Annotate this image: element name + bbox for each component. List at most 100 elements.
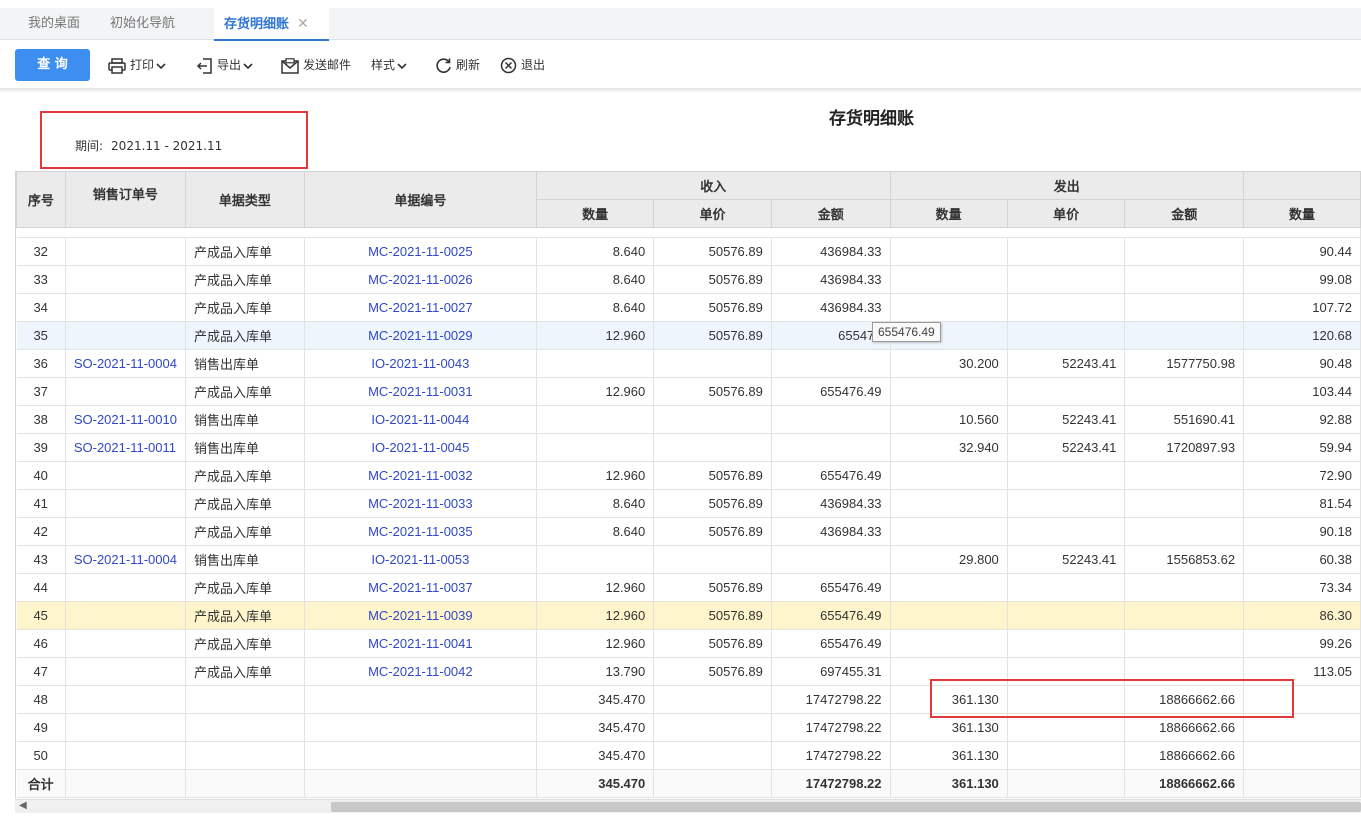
col-header-docno[interactable]: 单据编号 <box>303 171 538 228</box>
row-in-qty: 12.960 <box>536 461 655 490</box>
scroll-left-icon[interactable]: ◀ <box>19 800 27 811</box>
row-doc-type <box>185 741 305 770</box>
table-row[interactable]: 43 SO-2021-11-0004 销售出库单 IO-2021-11-0053 29.… <box>16 545 1361 574</box>
table-row[interactable]: 42 产成品入库单 MC-2021-11-0035 8.640 50576.89 4369… <box>16 517 1361 546</box>
row-doc-type: 产成品入库单 <box>185 237 305 266</box>
table-row[interactable]: 45 产成品入库单 MC-2021-11-0039 12.960 50576.89 655… <box>16 601 1361 630</box>
row-in-qty: 8.640 <box>536 237 655 266</box>
row-out-price <box>1007 461 1126 490</box>
row-doc-no[interactable]: MC-2021-11-0032 <box>304 461 538 490</box>
row-doc-no[interactable]: IO-2021-11-0053 <box>304 545 538 574</box>
scrollbar-thumb[interactable] <box>331 802 1361 812</box>
col-header-out-price[interactable]: 单价 <box>1006 199 1126 228</box>
row-seq: 41 <box>16 489 66 518</box>
row-in-price <box>653 685 772 714</box>
row-in-price: 50576.89 <box>653 601 772 630</box>
row-in-amount: 436984.33 <box>771 489 891 518</box>
col-header-in-qty[interactable]: 数量 <box>535 199 655 228</box>
row-order-no[interactable]: SO-2021-11-0010 <box>65 405 186 434</box>
table-row[interactable]: 35 产成品入库单 MC-2021-11-0029 12.960 50576.89 655… <box>16 321 1361 350</box>
table-row[interactable]: 50 345.470 17472798.22 361.130 18866662.66 <box>16 741 1361 770</box>
tab-init-nav[interactable]: 初始化导航 <box>110 8 175 40</box>
totals-out-qty: 361.130 <box>890 769 1008 798</box>
row-balance-qty: 86.30 <box>1243 601 1361 630</box>
table-row[interactable]: 49 345.470 17472798.22 361.130 18866662.66 <box>16 713 1361 742</box>
row-doc-no[interactable]: IO-2021-11-0045 <box>304 433 538 462</box>
row-out-price <box>1007 601 1126 630</box>
col-group-in: 收入 <box>536 171 891 200</box>
table-row[interactable]: 36 SO-2021-11-0004 销售出库单 IO-2021-11-0043 30.… <box>16 349 1361 378</box>
query-button[interactable]: 查 询 <box>15 49 90 81</box>
table-row[interactable]: 47 产成品入库单 MC-2021-11-0042 13.790 50576.89 697… <box>16 657 1361 686</box>
send-email-button[interactable]: 发送邮件 <box>281 49 351 81</box>
table-row[interactable]: 44 产成品入库单 MC-2021-11-0037 12.960 50576.89 655… <box>16 573 1361 602</box>
row-doc-no[interactable]: MC-2021-11-0039 <box>304 601 538 630</box>
row-in-qty: 12.960 <box>536 573 655 602</box>
row-in-qty: 12.960 <box>536 601 655 630</box>
row-in-price: 50576.89 <box>653 321 772 350</box>
row-seq: 49 <box>16 713 66 742</box>
table-row[interactable]: 33 产成品入库单 MC-2021-11-0026 8.640 50576.89 4369… <box>16 265 1361 294</box>
row-doc-no[interactable]: MC-2021-11-0027 <box>304 293 538 322</box>
row-in-price: 50576.89 <box>653 573 772 602</box>
horizontal-scrollbar[interactable]: ◀ <box>15 799 1361 813</box>
table-row[interactable]: 40 产成品入库单 MC-2021-11-0032 12.960 50576.89 655… <box>16 461 1361 490</box>
row-order-no[interactable]: SO-2021-11-0004 <box>65 349 186 378</box>
row-in-price <box>653 741 772 770</box>
style-button[interactable]: 样式 <box>371 49 411 81</box>
row-seq: 35 <box>16 321 66 350</box>
row-doc-type: 销售出库单 <box>185 405 305 434</box>
col-header-in-price[interactable]: 单价 <box>653 199 772 228</box>
col-header-out-qty[interactable]: 数量 <box>889 199 1008 228</box>
row-doc-no[interactable]: MC-2021-11-0025 <box>304 237 538 266</box>
export-button[interactable]: 导出 <box>196 49 257 81</box>
table-row[interactable]: 32 产成品入库单 MC-2021-11-0025 8.640 50576.89 4369… <box>16 237 1361 266</box>
style-label: 样式 <box>371 58 396 72</box>
table-row[interactable]: 46 产成品入库单 MC-2021-11-0041 12.960 50576.89 655… <box>16 629 1361 658</box>
tab-bar: 我的桌面 初始化导航 存货明细账 ✕ <box>0 8 1361 41</box>
col-header-out-amount[interactable]: 金额 <box>1124 199 1245 228</box>
table-row[interactable]: 38 SO-2021-11-0010 销售出库单 IO-2021-11-0044 10.… <box>16 405 1361 434</box>
row-doc-no[interactable]: MC-2021-11-0035 <box>304 517 538 546</box>
col-header-balance-qty[interactable]: 数量 <box>1243 199 1361 228</box>
row-doc-type: 产成品入库单 <box>185 293 305 322</box>
print-button[interactable]: 打印 <box>108 49 170 81</box>
row-seq: 45 <box>16 601 66 630</box>
col-header-seq[interactable]: 序号 <box>16 171 66 228</box>
col-header-type[interactable]: 单据类型 <box>184 171 305 228</box>
row-out-price <box>1007 321 1126 350</box>
row-doc-no[interactable]: IO-2021-11-0044 <box>304 405 538 434</box>
row-seq: 34 <box>16 293 66 322</box>
row-doc-type: 产成品入库单 <box>185 657 305 686</box>
row-order-no[interactable]: SO-2021-11-0011 <box>65 433 186 462</box>
row-seq: 37 <box>16 377 66 406</box>
refresh-button[interactable]: 刷新 <box>435 49 480 81</box>
exit-button[interactable]: 退出 <box>500 49 545 81</box>
row-in-price <box>653 713 772 742</box>
col-header-in-amount[interactable]: 金额 <box>770 199 891 228</box>
row-doc-no[interactable]: MC-2021-11-0026 <box>304 265 538 294</box>
col-header-order[interactable]: 销售订单号 <box>64 171 186 228</box>
table-row[interactable]: 48 345.470 17472798.22 361.130 18866662.66 <box>16 685 1361 714</box>
close-icon[interactable]: ✕ <box>297 16 309 32</box>
table-row[interactable]: 34 产成品入库单 MC-2021-11-0027 8.640 50576.89 4369… <box>16 293 1361 322</box>
refresh-label: 刷新 <box>456 58 481 72</box>
toolbar: 查 询 打印 导出 发送邮件 样式 刷新 退出 <box>0 41 1361 89</box>
tab-my-desktop[interactable]: 我的桌面 <box>28 8 80 40</box>
row-doc-no[interactable]: MC-2021-11-0031 <box>304 377 538 406</box>
row-doc-no[interactable]: IO-2021-11-0043 <box>304 349 538 378</box>
row-doc-type: 销售出库单 <box>185 349 305 378</box>
row-doc-no[interactable]: MC-2021-11-0033 <box>304 489 538 518</box>
table-row[interactable]: 39 SO-2021-11-0011 销售出库单 IO-2021-11-0045 32.… <box>16 433 1361 462</box>
table-row[interactable]: 37 产成品入库单 MC-2021-11-0031 12.960 50576.89 655… <box>16 377 1361 406</box>
row-doc-no[interactable]: MC-2021-11-0042 <box>304 657 538 686</box>
table-row[interactable]: 41 产成品入库单 MC-2021-11-0033 8.640 50576.89 4369… <box>16 489 1361 518</box>
row-doc-no[interactable]: MC-2021-11-0029 <box>304 321 538 350</box>
tab-inventory-ledger[interactable]: 存货明细账 ✕ <box>214 8 329 41</box>
row-out-qty: 29.800 <box>890 545 1008 574</box>
row-doc-no[interactable]: MC-2021-11-0037 <box>304 573 538 602</box>
row-order-no[interactable]: SO-2021-11-0004 <box>65 545 186 574</box>
print-label: 打印 <box>130 58 155 72</box>
row-doc-no[interactable]: MC-2021-11-0041 <box>304 629 538 658</box>
row-in-amount: 655476.49 <box>771 601 891 630</box>
